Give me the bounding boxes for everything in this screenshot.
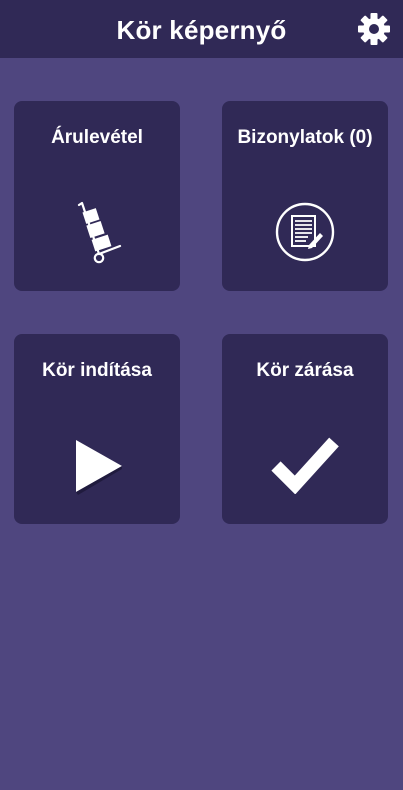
- close-route-tile[interactable]: Kör zárása: [222, 334, 388, 524]
- hand-truck-icon: [74, 199, 130, 270]
- goods-pickup-tile[interactable]: Árulevétel: [14, 101, 180, 291]
- tile-label: Kör indítása: [42, 360, 152, 381]
- document-edit-icon: [275, 202, 335, 267]
- page-title: Kör képernyő: [116, 15, 287, 45]
- gear-icon[interactable]: [357, 12, 391, 46]
- documents-tile[interactable]: Bizonylatok (0): [222, 101, 388, 291]
- tile-label: Bizonylatok (0): [237, 127, 373, 148]
- tile-label: Kör zárása: [256, 360, 354, 381]
- start-route-tile[interactable]: Kör indítása: [14, 334, 180, 524]
- checkmark-icon: [270, 434, 340, 499]
- tile-label: Árulevétel: [51, 127, 143, 148]
- play-icon: [72, 436, 126, 501]
- app-header: Kör képernyő: [0, 0, 403, 58]
